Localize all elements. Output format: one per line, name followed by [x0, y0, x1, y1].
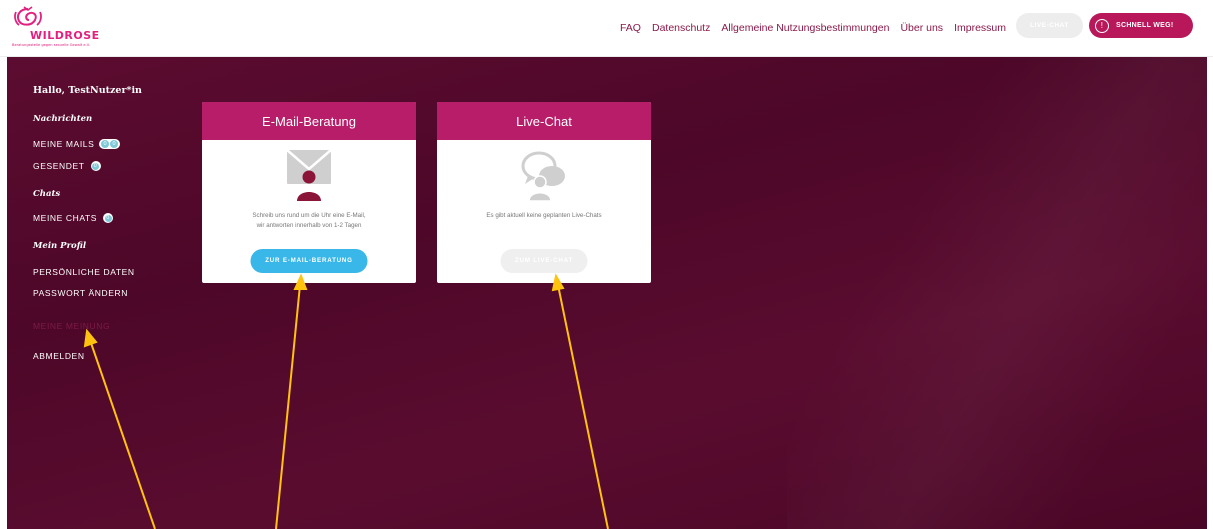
email-counseling-button[interactable]: ZUR E-MAIL-BERATUNG [250, 249, 368, 273]
card-description: Es gibt aktuell keine geplanten Live-Cha… [486, 212, 602, 219]
quick-exit-button[interactable]: ! SCHNELL WEG! [1089, 13, 1193, 38]
sidebar-item-label: MEINE CHATS [33, 213, 98, 223]
section-profile: Mein Profil [33, 241, 87, 251]
logo-tagline: Beratungsstelle gegen sexuelle Gewalt e.… [12, 43, 90, 47]
section-chats: Chats [33, 189, 61, 199]
sidebar-item-label: GESENDET [33, 161, 85, 171]
envelope-person-icon [286, 149, 332, 201]
sidebar-item-my-chats[interactable]: MEINE CHATS 0 [33, 213, 114, 223]
badge-number: 0 [104, 214, 112, 222]
nav-nutzungsbestimmungen[interactable]: Allgemeine Nutzungsbestimmungen [721, 22, 889, 34]
logo-text: WILDROSE [30, 29, 100, 42]
nav-datenschutz[interactable]: Datenschutz [652, 22, 710, 34]
sidebar-item-sent[interactable]: GESENDET 0 [33, 161, 101, 171]
nav-faq[interactable]: FAQ [620, 22, 641, 34]
sent-count-badge: 0 [90, 161, 101, 171]
main-content: Hallo, TestNutzer*in Nachrichten MEINE M… [0, 57, 1213, 529]
top-navigation: FAQ Datenschutz Allgemeine Nutzungsbesti… [609, 19, 1006, 37]
description-line-1: Schreib uns rund um die Uhr eine E-Mail, [252, 212, 366, 219]
wildrose-logo[interactable]: WILDROSE Beratungsstelle gegen sexuelle … [10, 6, 120, 50]
section-messages: Nachrichten [33, 114, 93, 124]
sidebar-item-label: MEINE MAILS [33, 139, 95, 149]
badge-total: 0 [110, 140, 119, 148]
description-line-2: wir antworten innerhalb von 1-2 Tagen [256, 222, 362, 229]
live-chat-card: Live-Chat Es gibt aktuell keine geplante… [437, 102, 651, 283]
sidebar: Hallo, TestNutzer*in Nachrichten MEINE M… [33, 85, 183, 361]
greeting: Hallo, TestNutzer*in [33, 85, 142, 96]
top-header: WILDROSE Beratungsstelle gegen sexuelle … [0, 0, 1213, 57]
email-counseling-card: E-Mail-Beratung Schreib uns rund um die … [202, 102, 416, 283]
sidebar-item-my-opinion[interactable]: MEINE MEINUNG [33, 321, 110, 331]
badge-number: 0 [92, 162, 100, 170]
quick-exit-label: SCHNELL WEG! [1116, 22, 1174, 29]
live-chat-button[interactable]: ZUM LIVE-CHAT [500, 249, 588, 273]
card-title: E-Mail-Beratung [202, 102, 416, 140]
alert-icon: ! [1095, 18, 1109, 33]
card-title: Live-Chat [437, 102, 651, 140]
mail-count-badge: 0 0 [99, 139, 121, 149]
sidebar-item-personal-data[interactable]: PERSÖNLICHE DATEN [33, 267, 135, 277]
card-description: Schreib uns rund um die Uhr eine E-Mail,… [212, 211, 406, 231]
sidebar-item-my-mails[interactable]: MEINE MAILS 0 0 [33, 139, 121, 149]
live-chat-header-button[interactable]: LIVE-CHAT [1016, 13, 1083, 38]
badge-unread: 0 [101, 140, 110, 148]
nav-impressum[interactable]: Impressum [954, 22, 1006, 34]
sidebar-item-logout[interactable]: ABMELDEN [33, 351, 85, 361]
nav-ueber-uns[interactable]: Über uns [900, 22, 943, 34]
sidebar-item-change-password[interactable]: PASSWORT ÄNDERN [33, 288, 128, 298]
chat-bubbles-person-icon [521, 151, 565, 201]
chat-count-badge: 0 [103, 213, 114, 223]
